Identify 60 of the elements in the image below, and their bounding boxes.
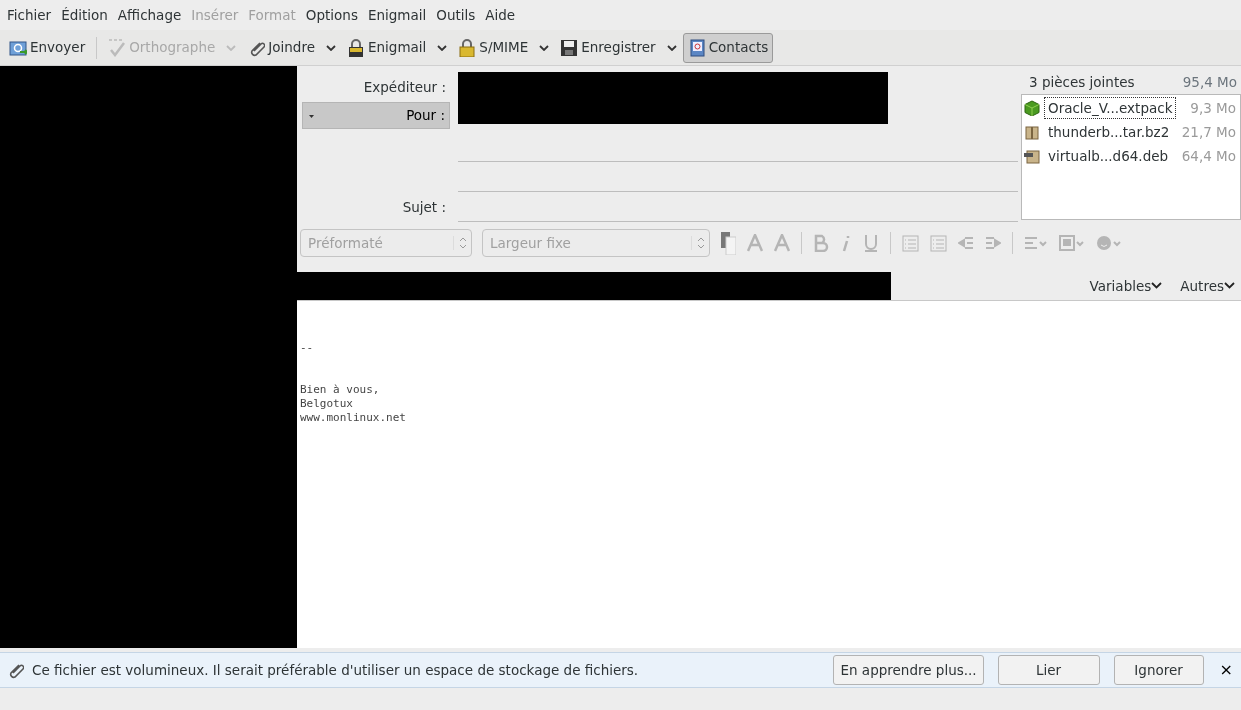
font-larger-icon — [774, 234, 790, 252]
italic-icon — [840, 234, 852, 252]
field-label: Expéditeur : — [362, 77, 447, 97]
toolbar-button[interactable]: Joindre — [242, 32, 320, 63]
attachment-item[interactable]: Oracle_V...extpack — [1044, 97, 1177, 120]
menu-item[interactable]: Aide — [480, 4, 521, 26]
menu-item[interactable]: Enigmail — [362, 4, 432, 26]
font-smaller-icon — [747, 234, 763, 252]
attachment-count: 3 pièces jointes — [1029, 73, 1135, 92]
file-size: 64,4 Mo — [1181, 147, 1237, 167]
menu-item[interactable]: Fichier — [2, 4, 57, 26]
toolbar-button[interactable]: Enregistrer — [555, 32, 661, 63]
attachment-item[interactable]: virtualb...d64.deb — [1044, 145, 1173, 168]
bold-icon — [813, 234, 829, 252]
message-editor[interactable]: -- Bien à vous, Belgotux www.monlinux.net — [297, 301, 1241, 648]
cube-icon — [1024, 100, 1040, 117]
signature-separator: -- — [300, 341, 315, 355]
caret-icon — [1151, 282, 1163, 290]
notification-button[interactable]: Ignorer — [1113, 655, 1204, 685]
checkmark-icon — [108, 38, 127, 57]
package-icon — [1024, 148, 1040, 165]
numbered-list-icon — [930, 234, 947, 252]
package-icon — [1024, 124, 1040, 141]
padlock-icon — [458, 38, 477, 57]
attachment-total-size: 95,4 Mo — [1182, 73, 1237, 92]
outdent-icon — [958, 235, 974, 251]
menu-item[interactable]: Édition — [56, 4, 113, 26]
file-size: 9,3 Mo — [1190, 99, 1237, 119]
caret-icon — [309, 112, 315, 119]
align-icon — [1024, 235, 1048, 251]
smiley-icon — [1096, 235, 1122, 251]
padlock-icon — [347, 38, 365, 57]
envelope-icon — [9, 38, 27, 57]
signature-line: Belgotux — [300, 397, 354, 411]
menu-item[interactable]: Options — [300, 4, 363, 26]
image-icon — [1059, 235, 1085, 251]
menu-item[interactable]: Outils — [431, 4, 481, 26]
bulleted-list-icon — [902, 234, 919, 252]
notification-button[interactable]: Lier — [997, 655, 1100, 685]
underline-icon — [863, 234, 879, 252]
menu-item[interactable]: Affichage — [112, 4, 187, 26]
notification-button[interactable]: En apprendre plus... — [833, 655, 984, 685]
text-color-icon — [720, 231, 736, 255]
recipient-type-dropdown[interactable]: Pour : — [302, 102, 450, 129]
signature-line: www.monlinux.net — [300, 411, 407, 425]
dropdown-menu-button[interactable]: Autres — [1180, 275, 1235, 297]
dropdown-menu-button[interactable]: Variables — [1089, 275, 1163, 297]
caret-icon — [1224, 282, 1235, 290]
file-size: 21,7 Mo — [1181, 123, 1237, 143]
toolbar-button[interactable]: Contacts — [682, 32, 774, 63]
notification-message: Ce fichier est volumineux. Il serait préférable d'utiliser un espace de stockage de fichiers. — [32, 660, 639, 680]
toolbar-button[interactable]: Envoyer — [4, 32, 91, 63]
close-button[interactable]: × — [1217, 658, 1235, 682]
indent-icon — [985, 235, 1001, 251]
signature-line: Bien à vous, — [300, 383, 381, 397]
attachment-item[interactable]: thunderb...tar.bz2 — [1044, 121, 1174, 144]
field-label: Sujet : — [401, 197, 447, 217]
address-book-icon — [687, 38, 706, 57]
toolbar-button[interactable]: S/MIME — [453, 32, 534, 63]
toolbar-button[interactable]: Enigmail — [342, 32, 432, 63]
